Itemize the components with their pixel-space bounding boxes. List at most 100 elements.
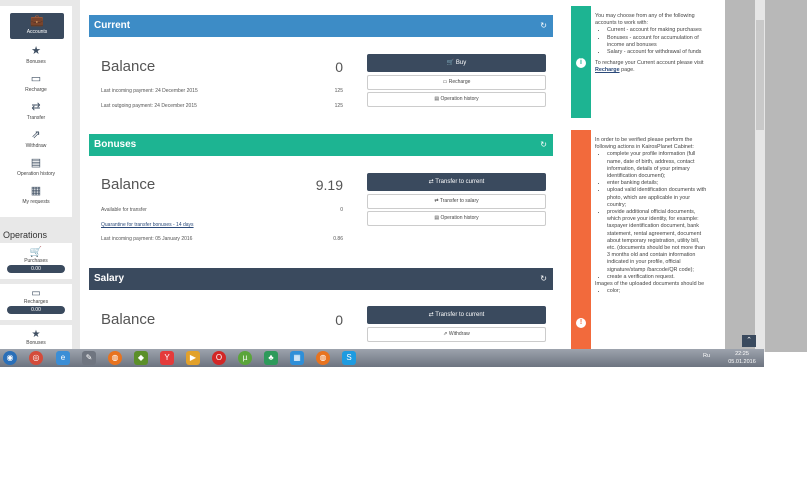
cart-icon: 🛒	[29, 247, 43, 258]
card-icon: ▭	[30, 73, 42, 85]
start-icon[interactable]: ◉	[3, 351, 17, 365]
scrollbar-thumb[interactable]	[756, 20, 764, 130]
last-incoming-value: 0.86	[333, 236, 343, 242]
transfer-to-salary-button[interactable]: ⇄ Transfer to salary	[367, 194, 546, 209]
refresh-icon[interactable]: ↻	[540, 134, 547, 156]
button-label: Operation history	[440, 215, 479, 221]
scroll-top-button[interactable]: ⌃	[742, 335, 756, 347]
sidebar-item-label: Accounts	[26, 29, 48, 35]
star-icon: ★	[31, 45, 41, 57]
operation-label: Recharges	[23, 299, 49, 305]
operation-value: 0.00	[7, 265, 65, 273]
sidebar-item-operation-history[interactable]: ▤ Operation history	[0, 157, 72, 177]
button-label: Buy	[455, 60, 467, 66]
accounts-info-text: You may choose from any of the following…	[595, 13, 707, 75]
balance-label: Balance	[101, 58, 156, 75]
bonuses-panel: Bonuses ↻ Balance 9.19 Available for tra…	[89, 134, 553, 264]
document-icon: ▤	[30, 157, 42, 169]
info-list-item: create a verification request.	[607, 274, 707, 281]
info-footer: To recharge your Current account please …	[595, 60, 707, 74]
briefcase-icon: 💼	[30, 15, 44, 27]
sidebar-item-accounts[interactable]: 💼 Accounts	[10, 13, 64, 39]
recharge-button[interactable]: ▭ Recharge	[367, 75, 546, 90]
language-indicator[interactable]: Ru	[703, 353, 710, 359]
balance-label: Balance	[101, 176, 156, 193]
skype-icon[interactable]: S	[342, 351, 356, 365]
transfer-to-current-button[interactable]: ⇄ Transfer to current	[367, 306, 546, 324]
card-icon: ▭	[31, 288, 41, 299]
info-footer-text: page.	[621, 67, 635, 74]
last-outgoing-value: 125	[334, 103, 343, 109]
firefox-icon-2[interactable]: ◍	[316, 351, 330, 365]
verification-info-text: In order to be verified please perform t…	[595, 137, 707, 295]
sidebar-item-label: Withdraw	[25, 143, 47, 149]
button-label: Recharge	[448, 79, 471, 85]
transfer-to-current-button[interactable]: ⇄ Transfer to current	[367, 173, 546, 191]
panel-title: Salary	[94, 273, 125, 284]
sidebar-item-recharge[interactable]: ▭ Recharge	[0, 73, 72, 93]
balance-label: Balance	[101, 311, 156, 328]
current-header: Current ↻	[89, 15, 553, 37]
current-panel: Current ↻ Balance 0 Last incoming paymen…	[89, 15, 553, 127]
operation-bonuses[interactable]: ★ Bonuses	[0, 325, 72, 349]
operation-history-button[interactable]: ▤ Operation history	[367, 211, 546, 226]
ie-icon[interactable]: e	[56, 351, 70, 365]
bonuses-body: Balance 9.19 Available for transfer 0 Qu…	[89, 156, 553, 264]
nav-panel: 💼 Accounts ★ Bonuses ▭ Recharge ⇄ Transf…	[0, 6, 72, 217]
sidebar-item-label: Operation history	[16, 171, 56, 177]
utorrent-icon[interactable]: µ	[238, 351, 252, 365]
chrome-icon[interactable]: ◎	[29, 351, 43, 365]
sidebar-item-label: Transfer	[26, 115, 46, 121]
panel-title: Bonuses	[94, 139, 137, 150]
sidebar-item-label: Recharge	[25, 87, 47, 93]
operation-history-button[interactable]: ▤ Operation history	[367, 92, 546, 107]
buy-button[interactable]: 🛒 Buy	[367, 54, 546, 72]
accounts-info-box: i You may choose from any of the followi…	[571, 6, 711, 118]
last-incoming-label: Last incoming payment: 05 January 2016	[101, 236, 193, 242]
info-list-item: upload valid identification documents wi…	[607, 187, 707, 209]
current-body: Balance 0 Last incoming payment: 24 Dece…	[89, 37, 553, 127]
quarantine-link[interactable]: Quarantine for transfer bonuses - 14 day…	[101, 222, 194, 228]
operation-label: Bonuses	[26, 340, 46, 346]
salary-header: Salary ↻	[89, 268, 553, 290]
refresh-icon[interactable]: ↻	[540, 15, 547, 37]
list-icon: ▦	[30, 185, 42, 197]
recharge-link[interactable]: Recharge	[595, 67, 620, 73]
button-label: Transfer to current	[435, 312, 485, 318]
withdraw-button[interactable]: ⇗ Withdraw	[367, 327, 546, 342]
yandex-icon[interactable]: Y	[160, 351, 174, 365]
media-icon[interactable]: ▶	[186, 351, 200, 365]
window-background	[725, 0, 807, 352]
info-list-item: provide additional official documents, w…	[607, 209, 707, 274]
tool-icon[interactable]: ✎	[82, 351, 96, 365]
info-after: Images of the uploaded documents should …	[595, 281, 705, 288]
game-icon[interactable]: ♣	[264, 351, 278, 365]
refresh-icon[interactable]: ↻	[540, 268, 547, 290]
operation-label: Purchases	[24, 258, 48, 264]
button-label: Transfer to current	[435, 179, 485, 185]
last-incoming-value: 125	[334, 88, 343, 94]
balance-value: 0	[335, 59, 343, 75]
button-label: Operation history	[440, 96, 479, 102]
firefox-icon[interactable]: ◍	[108, 351, 122, 365]
windows-icon[interactable]: ▦	[290, 351, 304, 365]
info-footer-text: To recharge your Current account please …	[595, 60, 704, 67]
sidebar-item-my-requests[interactable]: ▦ My requests	[0, 185, 72, 205]
clock-date: 05.01.2016	[728, 359, 756, 365]
sidebar-item-withdraw[interactable]: ⇗ Withdraw	[0, 129, 72, 149]
operation-recharges[interactable]: ▭ Recharges 0.00	[0, 284, 72, 320]
transfer-icon: ⇄	[31, 101, 41, 113]
available-value: 0	[340, 207, 343, 213]
operation-purchases[interactable]: 🛒 Purchases 0.00	[0, 243, 72, 279]
sidebar-item-bonuses[interactable]: ★ Bonuses	[0, 45, 72, 65]
verification-info-box: ! In order to be verified please perform…	[571, 130, 711, 349]
sidebar-item-label: My requests	[22, 199, 50, 205]
star-icon: ★	[31, 329, 41, 340]
info-list-item: color;	[607, 288, 707, 295]
opera-icon[interactable]: O	[212, 351, 226, 365]
withdraw-icon: ⇗	[31, 129, 41, 141]
info-icon: i	[576, 58, 586, 68]
clock[interactable]: 22:25 05.01.2016	[722, 350, 762, 366]
nvidia-icon[interactable]: ◆	[134, 351, 148, 365]
sidebar-item-transfer[interactable]: ⇄ Transfer	[0, 101, 72, 121]
